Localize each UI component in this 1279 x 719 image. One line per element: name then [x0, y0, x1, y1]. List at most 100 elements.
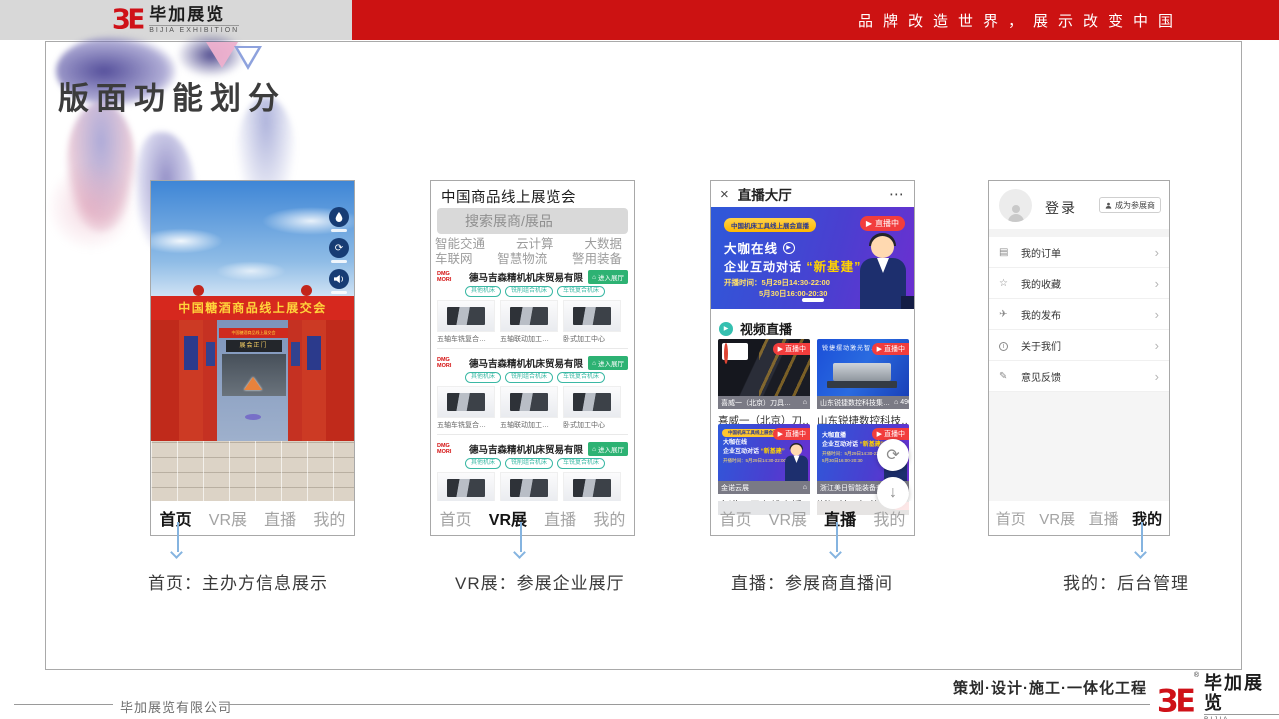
hero-line2: 企业互动对话 “新基建”: [724, 256, 861, 275]
brand-name: 毕加展览: [149, 6, 239, 25]
product-pill[interactable]: 铣削组合机床: [505, 372, 553, 383]
category-tag[interactable]: 警用装备: [572, 252, 622, 267]
close-icon[interactable]: ×: [720, 186, 729, 203]
refresh-button[interactable]: ⟳: [877, 439, 909, 471]
exhibitor-card[interactable]: DMG MORI 德马吉森精机机床贸易有限 ⌂进入展厅 其他机床 铣削组合机床 …: [437, 270, 628, 349]
product-image[interactable]: [500, 472, 558, 504]
vr-hotspot[interactable]: [245, 414, 261, 420]
brand-subtitle: BIJIA EXHIBITION: [1204, 714, 1279, 719]
menu-item-about[interactable]: i 关于我们 ›: [989, 330, 1169, 361]
live-card[interactable]: 锐捷摆动激光智… ▶直播中 山东锐捷数控科技集…⌂490 山东锐捷数控科技…: [817, 339, 909, 430]
category-tag[interactable]: 大数据: [584, 237, 622, 252]
tab-home[interactable]: 首页: [160, 506, 192, 530]
tab-live[interactable]: 直播: [264, 506, 296, 530]
login-button[interactable]: 登录: [1045, 198, 1077, 218]
tab-live[interactable]: 直播: [544, 506, 576, 530]
product-pill[interactable]: 其他机床: [465, 286, 501, 297]
speaker-icon[interactable]: [329, 269, 349, 289]
live-badge: ▶直播中: [773, 428, 810, 440]
slide: ЗE 毕加展览 BIJIA EXHIBITION 品牌改造世界，展示改变中国 版…: [0, 0, 1279, 719]
live-badge: ▶直播中: [773, 343, 810, 355]
tab-vr[interactable]: VR展: [209, 506, 247, 530]
product-pill[interactable]: 铣削组合机床: [505, 286, 553, 297]
become-exhibitor-button[interactable]: 成为参展商: [1099, 197, 1161, 213]
product-image[interactable]: [500, 300, 558, 332]
footer-company: 毕加展览有限公司: [120, 697, 232, 716]
footer-services: 策划·设计·施工·一体化工程: [953, 677, 1147, 698]
live-badge: ▶直播中: [872, 343, 909, 355]
caption-mine: 我的：后台管理: [1063, 569, 1189, 594]
category-tag[interactable]: 车联网: [435, 252, 473, 267]
section-divider: [989, 229, 1169, 237]
walk-forward-arrow[interactable]: [244, 377, 262, 390]
product-image[interactable]: [563, 386, 621, 418]
tab-mine[interactable]: 我的: [593, 506, 625, 530]
tab-bar: 首页 VR展 直播 我的: [711, 501, 914, 535]
tab-home[interactable]: 首页: [996, 508, 1026, 529]
avatar[interactable]: [999, 189, 1032, 222]
banner-corner-logo: [901, 296, 914, 309]
droplet-icon[interactable]: [329, 207, 349, 227]
tab-mine[interactable]: 我的: [873, 506, 905, 530]
tab-mine[interactable]: 我的: [1132, 508, 1162, 529]
footer-line: [219, 704, 1150, 705]
tab-bar: 首页 VR展 直播 我的: [151, 501, 354, 535]
live-card[interactable]: ▶直播中 喜威一（北京）刀具…⌂ 喜威一（北京）刀…: [718, 339, 810, 430]
product-image[interactable]: [563, 300, 621, 332]
category-tags: 智能交通 云计算 大数据 车联网 智慧物流 警用装备: [435, 237, 622, 267]
product-image[interactable]: [437, 472, 495, 504]
menu-item-favorites[interactable]: ☆ 我的收藏 ›: [989, 268, 1169, 299]
control-label: [331, 260, 347, 263]
search-input[interactable]: 搜索展商/展品: [437, 208, 628, 234]
tab-vr[interactable]: VR展: [769, 506, 807, 530]
tab-live[interactable]: 直播: [1089, 508, 1119, 529]
product-caption: 五轴车铣复合…: [437, 334, 495, 344]
watercolor-blob: [46, 162, 136, 252]
bijia-logo-mark-icon: ЗE: [112, 6, 142, 33]
more-icon[interactable]: ⋯: [889, 185, 905, 203]
gate-ball-decoration: [193, 285, 204, 296]
product-image[interactable]: [563, 472, 621, 504]
enter-hall-button[interactable]: ⌂进入展厅: [588, 356, 628, 370]
product-pill[interactable]: 车铣复合机床: [557, 458, 605, 469]
scene-controls: ⟳: [329, 207, 349, 300]
enter-hall-button[interactable]: ⌂进入展厅: [588, 270, 628, 284]
product-caption: 五轴联动加工…: [500, 420, 558, 430]
product-pill[interactable]: 铣削组合机床: [505, 458, 553, 469]
play-icon: ▶: [877, 430, 882, 438]
enter-hall-button[interactable]: ⌂进入展厅: [588, 442, 628, 456]
product-pill[interactable]: 其他机床: [465, 372, 501, 383]
product-pill[interactable]: 车铣复合机床: [557, 286, 605, 297]
gate-sign-panel: [206, 342, 215, 366]
phone-mockup-vr: 中国商品线上展览会 搜索展商/展品 智能交通 云计算 大数据 车联网 智慧物流 …: [430, 180, 635, 536]
tab-home[interactable]: 首页: [720, 506, 752, 530]
menu-item-orders[interactable]: ▤ 我的订单 ›: [989, 237, 1169, 268]
caption-live: 直播：参展商直播间: [731, 569, 893, 594]
product-image[interactable]: [500, 386, 558, 418]
tab-vr[interactable]: VR展: [1039, 508, 1075, 529]
category-tag[interactable]: 智慧物流: [497, 252, 547, 267]
product-pill[interactable]: 车铣复合机床: [557, 372, 605, 383]
tab-live[interactable]: 直播: [824, 506, 856, 530]
menu-item-feedback[interactable]: ✎ 意见反馈 ›: [989, 361, 1169, 392]
product-caption: 卧式加工中心: [563, 334, 621, 344]
tab-mine[interactable]: 我的: [313, 506, 345, 530]
product-pill[interactable]: 其他机床: [465, 458, 501, 469]
chevron-right-icon: ›: [1155, 307, 1159, 322]
home-icon: ⌂: [803, 399, 807, 406]
slogan-text: 品牌改造世界，展示改变中国: [858, 10, 1183, 31]
product-image[interactable]: [437, 300, 495, 332]
rotate-icon[interactable]: ⟳: [329, 238, 349, 258]
category-tag[interactable]: 智能交通: [435, 237, 485, 252]
control-label: [331, 229, 347, 232]
sky-image: [151, 181, 354, 296]
live-badge: ▶直播中: [860, 216, 905, 231]
category-tag[interactable]: 云计算: [516, 237, 554, 252]
menu-item-posts[interactable]: ✈ 我的发布 ›: [989, 299, 1169, 330]
control-label: [331, 291, 347, 294]
phone-mockup-home: 中国糖酒商品线上展交会 中国糖酒商品线上展交会 展会正门 ⟳: [150, 180, 355, 536]
live-hero-banner[interactable]: 中国机床工具线上展会直播 ▶直播中 大咖在线▶ 企业互动对话 “新基建” 开播时…: [711, 207, 914, 309]
product-image[interactable]: [437, 386, 495, 418]
exhibitor-card[interactable]: DMG MORI 德马吉森精机机床贸易有限 ⌂进入展厅 其他机床 铣削组合机床 …: [437, 356, 628, 435]
tab-home[interactable]: 首页: [440, 506, 472, 530]
